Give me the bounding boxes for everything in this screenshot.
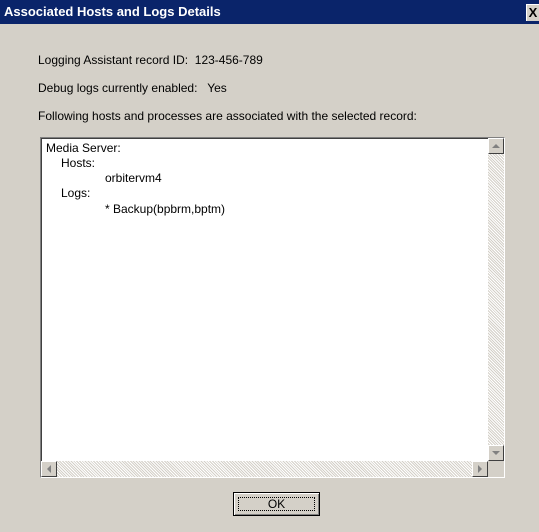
scroll-down-button[interactable] <box>488 445 504 461</box>
title-bar[interactable]: Associated Hosts and Logs Details X <box>0 0 539 24</box>
arrow-up-icon <box>492 144 500 148</box>
debug-label: Debug logs currently enabled: <box>38 81 198 95</box>
hosts-label: Hosts: <box>61 156 96 170</box>
scroll-right-button[interactable] <box>472 461 488 477</box>
scroll-up-button[interactable] <box>488 138 504 154</box>
arrow-right-icon <box>478 465 482 473</box>
vertical-scrollbar[interactable] <box>488 138 504 461</box>
details-textbox[interactable]: Media Server: Hosts: orbitervm4 Logs: * … <box>40 137 505 478</box>
description-text: Following hosts and processes are associ… <box>38 109 417 123</box>
scrollbar-corner <box>488 461 504 477</box>
horizontal-scrollbar[interactable] <box>41 461 488 477</box>
dialog-window: Associated Hosts and Logs Details X Logg… <box>0 0 539 532</box>
debug-row: Debug logs currently enabled: Yes <box>38 81 227 95</box>
server-type-line: Media Server: <box>46 141 121 155</box>
logs-label: Logs: <box>61 186 91 200</box>
arrow-left-icon <box>47 465 51 473</box>
close-button[interactable]: X <box>526 4 539 21</box>
log-entry: * Backup(bpbrm,bptm) <box>105 202 226 216</box>
focus-rectangle <box>238 497 315 511</box>
record-id-value: 123-456-789 <box>194 53 263 67</box>
ok-button[interactable]: OK <box>233 492 320 516</box>
record-id-label: Logging Assistant record ID: <box>38 53 189 67</box>
window-title: Associated Hosts and Logs Details <box>4 4 221 19</box>
host-name: orbitervm4 <box>105 171 162 185</box>
scroll-left-button[interactable] <box>41 461 57 477</box>
details-content: Media Server: Hosts: orbitervm4 Logs: * … <box>43 140 488 461</box>
arrow-down-icon <box>492 451 500 455</box>
record-id-row: Logging Assistant record ID: 123-456-789 <box>38 53 263 67</box>
debug-value: Yes <box>207 81 227 95</box>
